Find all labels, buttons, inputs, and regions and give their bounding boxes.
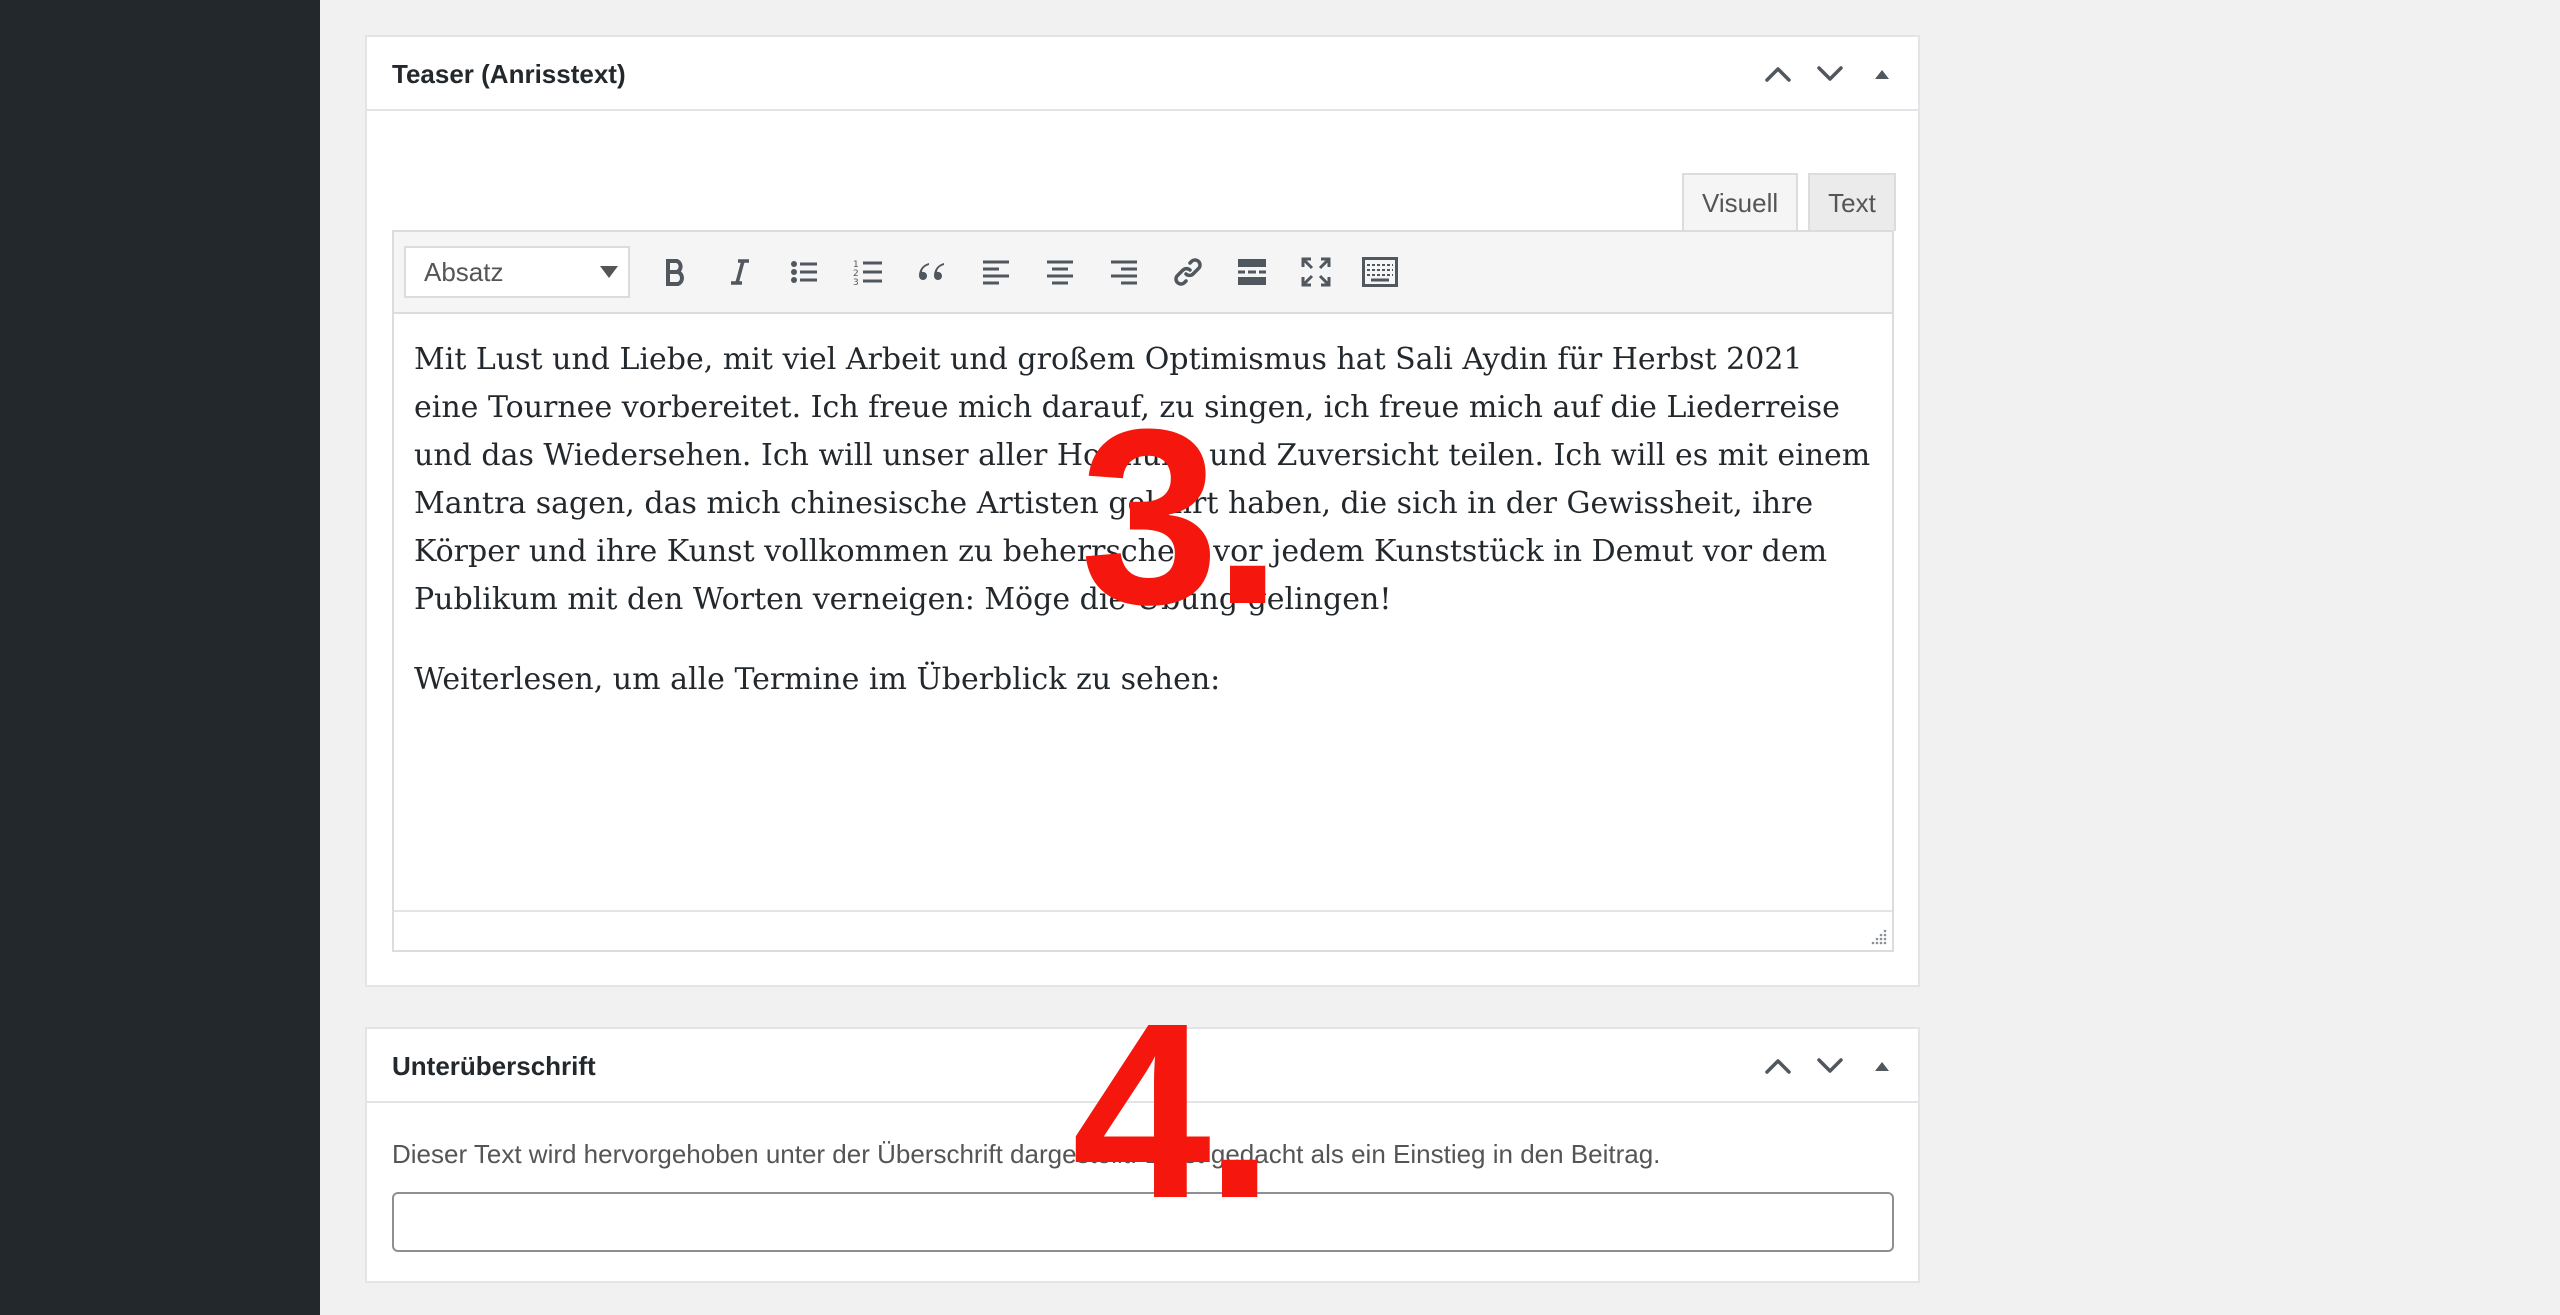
teaser-postbox-title: Teaser (Anrisstext) bbox=[392, 59, 626, 89]
move-up-button[interactable] bbox=[1756, 55, 1800, 93]
align-center-icon bbox=[1047, 260, 1073, 285]
read-more-icon bbox=[1238, 259, 1266, 285]
toggle-panel-icon bbox=[1875, 70, 1889, 79]
numbered-list-button[interactable]: 123 bbox=[844, 248, 892, 296]
fullscreen-icon bbox=[1301, 257, 1331, 287]
format-select[interactable]: Absatz bbox=[404, 246, 630, 298]
bold-button[interactable] bbox=[652, 248, 700, 296]
resize-handle-icon[interactable] bbox=[1870, 928, 1888, 946]
content-paragraph: Weiterlesen, um alle Termine im Überblic… bbox=[414, 662, 1221, 697]
tab-visuell[interactable]: Visuell bbox=[1682, 173, 1799, 233]
move-down-icon bbox=[1817, 66, 1843, 81]
subheading-handle-actions bbox=[1756, 1047, 1904, 1085]
align-right-button[interactable] bbox=[1100, 248, 1148, 296]
move-down-icon bbox=[1817, 1058, 1843, 1073]
blockquote-button[interactable] bbox=[908, 248, 956, 296]
bullet-list-button[interactable] bbox=[780, 248, 828, 296]
italic-button[interactable] bbox=[716, 248, 764, 296]
link-button[interactable] bbox=[1164, 248, 1212, 296]
move-up-icon bbox=[1765, 1059, 1791, 1074]
format-select-value: Absatz bbox=[424, 257, 504, 287]
fullscreen-button[interactable] bbox=[1292, 248, 1340, 296]
align-left-button[interactable] bbox=[972, 248, 1020, 296]
tab-text[interactable]: Text bbox=[1808, 173, 1896, 231]
caret-down-icon bbox=[600, 266, 618, 278]
align-center-button[interactable] bbox=[1036, 248, 1084, 296]
move-down-button[interactable] bbox=[1808, 55, 1852, 93]
italic-icon bbox=[731, 259, 749, 285]
toggle-panel-icon bbox=[1875, 1062, 1889, 1071]
toggle-panel-button[interactable] bbox=[1860, 1047, 1904, 1085]
subheading-description: Dieser Text wird hervorgehoben unter der… bbox=[392, 1139, 1661, 1169]
read-more-button[interactable] bbox=[1228, 248, 1276, 296]
step-marker-4: 4. bbox=[1072, 971, 1274, 1250]
bold-icon bbox=[666, 259, 684, 286]
align-left-icon bbox=[983, 260, 1009, 285]
toolbar-toggle-icon bbox=[1362, 257, 1398, 287]
svg-text:3: 3 bbox=[853, 278, 859, 286]
move-up-button[interactable] bbox=[1756, 1047, 1800, 1085]
step-marker-3: 3. bbox=[1080, 377, 1282, 656]
move-up-icon bbox=[1765, 67, 1791, 82]
teaser-handle-actions bbox=[1756, 55, 1904, 93]
teaser-postbox-header: Teaser (Anrisstext) bbox=[367, 37, 1918, 111]
toggle-panel-button[interactable] bbox=[1860, 55, 1904, 93]
blockquote-icon bbox=[919, 263, 944, 280]
editor-statusbar bbox=[394, 910, 1892, 950]
bullet-list-icon bbox=[791, 261, 817, 283]
toolbar-toggle-button[interactable] bbox=[1356, 248, 1404, 296]
numbered-list-icon: 123 bbox=[853, 260, 882, 286]
move-down-button[interactable] bbox=[1808, 1047, 1852, 1085]
subheading-postbox-title: Unterüberschrift bbox=[392, 1051, 596, 1081]
editor-tabs: Visuell Text bbox=[1682, 173, 1896, 233]
editor-toolbar: Absatz 123 bbox=[394, 232, 1892, 314]
align-right-icon bbox=[1111, 260, 1137, 285]
admin-sidebar bbox=[0, 0, 320, 1315]
link-icon bbox=[1174, 258, 1202, 286]
